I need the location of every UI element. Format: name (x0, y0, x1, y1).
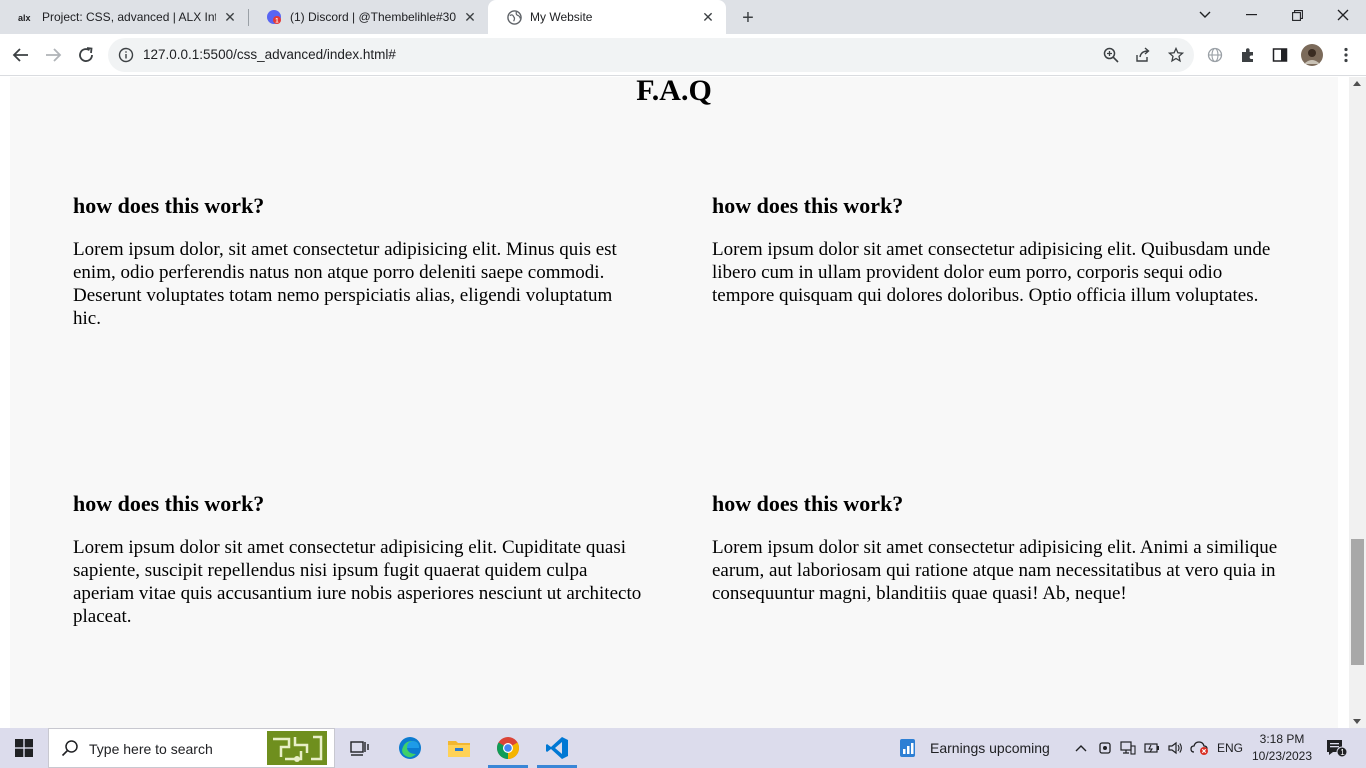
tab-alx[interactable]: alx Project: CSS, advanced | ALX Intr ✕ (0, 0, 248, 34)
notification-count: 1 (1340, 748, 1345, 757)
onedrive-sync-icon[interactable] (1188, 728, 1212, 768)
bookmark-star-icon[interactable] (1166, 45, 1186, 65)
faq-item: how does this work? Lorem ipsum dolor si… (712, 491, 1282, 605)
translate-globe-icon[interactable] (1205, 45, 1225, 65)
scroll-up-icon[interactable] (1353, 81, 1361, 86)
faq-item: how does this work? Lorem ipsum dolor si… (712, 193, 1282, 307)
clock-date: 10/23/2023 (1251, 749, 1313, 763)
alx-favicon-icon: alx (18, 9, 34, 25)
search-placeholder: Type here to search (89, 741, 213, 757)
faq-answer: Lorem ipsum dolor sit amet consectetur a… (712, 537, 1278, 604)
news-widget[interactable]: Earnings upcoming (898, 728, 1050, 768)
taskbar-search-box[interactable]: Type here to search (48, 728, 335, 768)
chrome-browser-icon[interactable] (484, 728, 532, 768)
clock-time: 3:18 PM (1259, 732, 1305, 746)
volume-icon[interactable] (1164, 728, 1186, 768)
network-icon[interactable] (1117, 728, 1139, 768)
new-tab-button[interactable]: + (735, 5, 761, 31)
stock-chart-icon (898, 738, 918, 758)
faq-section: F.A.Q how does this work? Lorem ipsum do… (10, 77, 1338, 728)
tab-title: My Website (530, 10, 593, 24)
svg-text:alx: alx (18, 13, 31, 22)
globe-favicon-icon (506, 9, 522, 25)
tab-discord[interactable]: 1 (1) Discord | @Thembelihle#300 ✕ (248, 0, 488, 34)
vscode-icon[interactable] (533, 728, 581, 768)
browser-toolbar: 127.0.0.1:5500/css_advanced/index.html# (0, 34, 1366, 76)
close-icon[interactable]: ✕ (222, 9, 238, 25)
page-scrollbar[interactable] (1349, 77, 1366, 728)
reload-icon[interactable] (70, 39, 102, 71)
meet-now-icon[interactable] (1095, 728, 1115, 768)
tab-title: Project: CSS, advanced | ALX Intr (42, 10, 216, 24)
search-icon (61, 739, 79, 757)
share-icon[interactable] (1133, 45, 1153, 65)
faq-answer: Lorem ipsum dolor, sit amet consectetur … (73, 239, 617, 329)
zoom-icon[interactable] (1101, 45, 1121, 65)
windows-taskbar: Type here to search Earnings upcoming EN… (0, 728, 1366, 768)
side-panel-icon[interactable] (1270, 45, 1290, 65)
window-close-icon[interactable] (1320, 0, 1366, 30)
minimize-icon[interactable] (1228, 0, 1274, 30)
close-icon[interactable]: ✕ (700, 9, 716, 25)
close-icon[interactable]: ✕ (462, 9, 478, 25)
task-view-icon[interactable] (336, 728, 384, 768)
scroll-down-icon[interactable] (1353, 719, 1361, 724)
show-hidden-icons-icon[interactable] (1071, 728, 1091, 768)
faq-item: how does this work? Lorem ipsum dolor si… (73, 491, 643, 628)
faq-answer: Lorem ipsum dolor sit amet consectetur a… (73, 537, 642, 627)
faq-item: how does this work? Lorem ipsum dolor, s… (73, 193, 643, 330)
scrollbar-thumb[interactable] (1351, 539, 1364, 665)
page-viewport: F.A.Q how does this work? Lorem ipsum do… (0, 77, 1366, 728)
tab-search-icon[interactable] (1182, 0, 1228, 30)
battery-icon[interactable] (1141, 728, 1163, 768)
back-icon[interactable] (5, 39, 37, 71)
language-indicator[interactable]: ENG (1213, 728, 1247, 768)
tab-my-website[interactable]: My Website ✕ (488, 0, 726, 34)
file-explorer-icon[interactable] (435, 728, 483, 768)
profile-avatar[interactable] (1301, 44, 1323, 66)
faq-question: how does this work? (73, 491, 265, 516)
windows-start-icon[interactable] (0, 728, 48, 768)
address-bar[interactable]: 127.0.0.1:5500/css_advanced/index.html# (108, 38, 1194, 72)
url-text[interactable]: 127.0.0.1:5500/css_advanced/index.html# (143, 47, 396, 62)
faq-answer: Lorem ipsum dolor sit amet consectetur a… (712, 239, 1271, 306)
faq-question: how does this work? (712, 491, 904, 516)
restore-icon[interactable] (1274, 0, 1320, 30)
extensions-icon[interactable] (1238, 45, 1258, 65)
news-text: Earnings upcoming (930, 740, 1050, 756)
tab-title: (1) Discord | @Thembelihle#300 (290, 10, 456, 24)
page-title: F.A.Q (636, 77, 712, 107)
search-highlight-image (267, 731, 327, 765)
menu-kebab-icon[interactable] (1336, 45, 1356, 65)
tab-strip: alx Project: CSS, advanced | ALX Intr ✕ … (0, 0, 1366, 34)
faq-question: how does this work? (73, 193, 265, 218)
system-clock[interactable]: 3:18 PM 10/23/2023 (1246, 731, 1318, 765)
edge-browser-icon[interactable] (386, 728, 434, 768)
notification-center-icon[interactable]: 1 (1320, 728, 1354, 768)
discord-favicon-icon: 1 (266, 9, 282, 25)
faq-question: how does this work? (712, 193, 904, 218)
forward-icon[interactable] (37, 39, 69, 71)
site-info-icon[interactable] (118, 47, 134, 63)
